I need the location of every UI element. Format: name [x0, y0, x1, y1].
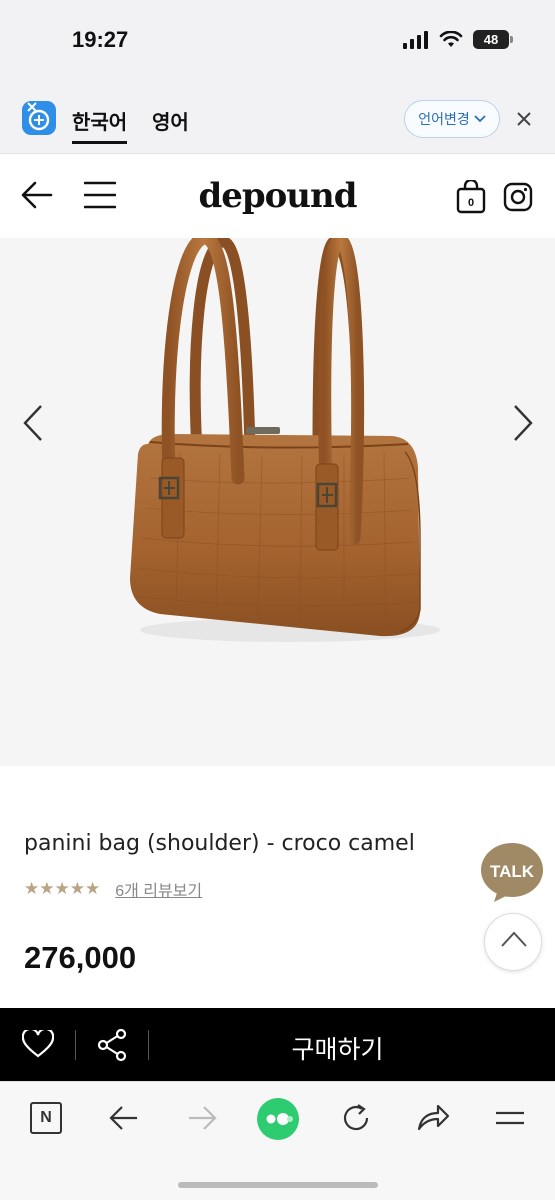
- rating-row: ★★★★★ 6개 리뷰보기: [24, 877, 202, 901]
- translate-app-icon[interactable]: [22, 101, 56, 135]
- rating-stars: ★★★★★: [24, 879, 101, 898]
- refresh-icon[interactable]: [340, 1102, 372, 1134]
- product-price: 276,000: [24, 940, 137, 975]
- share-forward-icon[interactable]: [416, 1102, 450, 1134]
- share-icon[interactable]: [97, 1028, 127, 1062]
- talk-label: TALK: [490, 862, 535, 881]
- change-language-button[interactable]: 언어변경: [404, 100, 500, 138]
- divider: [148, 1030, 149, 1060]
- product-name: panini bag (shoulder) - croco camel: [24, 831, 415, 856]
- app-screen: 19:27 48 한국어 영어 언어변경 0 depound panini ba…: [0, 0, 555, 1200]
- tab-korean[interactable]: 한국어: [72, 106, 128, 144]
- chevron-down-icon: [474, 115, 486, 123]
- browser-back-icon[interactable]: [108, 1102, 140, 1134]
- tab-english[interactable]: 영어: [152, 106, 189, 135]
- scroll-to-top-button[interactable]: [484, 913, 542, 971]
- chat-bubble-icon: TALK: [481, 843, 543, 902]
- status-icons: 48: [403, 30, 513, 49]
- bag-image: [130, 231, 440, 642]
- review-link[interactable]: 6개 리뷰보기: [115, 877, 202, 901]
- signal-icon: [403, 30, 428, 49]
- naver-home-button[interactable]: N: [30, 1102, 62, 1134]
- heart-icon[interactable]: [22, 1030, 54, 1058]
- next-image-arrow-icon[interactable]: [512, 404, 534, 442]
- hamburger-menu-icon[interactable]: [494, 1102, 526, 1134]
- product-image[interactable]: [0, 231, 555, 766]
- naver-label: N: [40, 1109, 52, 1126]
- battery-level: 48: [483, 32, 499, 47]
- buy-bar: 구매하기: [0, 1008, 555, 1081]
- status-bar: 19:27 48: [0, 0, 555, 82]
- browser-forward-icon[interactable]: [186, 1102, 218, 1134]
- change-language-label: 언어변경: [418, 111, 470, 127]
- close-icon[interactable]: [514, 109, 534, 129]
- status-time: 19:27: [72, 27, 129, 52]
- site-logo[interactable]: depound: [0, 176, 555, 216]
- naver-green-dot-icon[interactable]: [256, 1097, 300, 1141]
- previous-image-arrow-icon[interactable]: [22, 404, 44, 442]
- divider: [75, 1030, 76, 1060]
- battery-icon: 48: [473, 30, 513, 49]
- translate-bar: 한국어 영어 언어변경: [0, 82, 555, 154]
- home-indicator[interactable]: [178, 1182, 378, 1188]
- chevron-up-icon: [501, 931, 527, 947]
- kakao-talk-button[interactable]: TALK: [480, 842, 544, 902]
- wifi-icon: [439, 30, 463, 47]
- buy-button[interactable]: 구매하기: [150, 1030, 525, 1066]
